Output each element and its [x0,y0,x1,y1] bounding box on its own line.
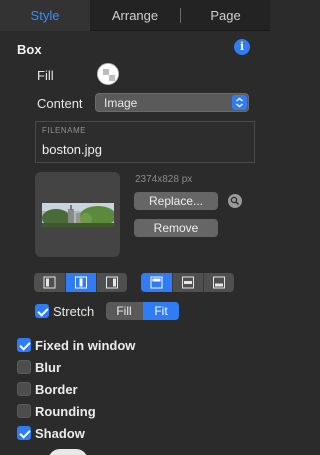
border-checkbox[interactable] [17,382,31,396]
tab-page[interactable]: Page [181,0,270,31]
content-select[interactable]: Image [95,93,249,112]
rounding-label: Rounding [35,404,96,419]
align-top-button[interactable] [141,273,172,292]
rounding-checkbox[interactable] [17,404,31,418]
image-dimensions: 2374x828 px [135,174,193,185]
fit-option-button[interactable]: Fit [143,302,179,320]
info-icon[interactable]: i [234,39,250,55]
align-center-icon [75,276,87,289]
checkerboard-icon [98,64,118,84]
tab-style[interactable]: Style [0,0,90,31]
blur-checkbox[interactable] [17,360,31,374]
align-middle-icon [182,276,194,289]
color-well-partial[interactable] [48,449,88,455]
fixed-in-window-label: Fixed in window [35,338,136,353]
chevron-updown-icon [232,95,247,110]
align-right-icon [106,276,118,289]
filename-field[interactable]: FILENAME boston.jpg [35,121,255,163]
border-label: Border [35,382,78,397]
align-middle-button[interactable] [173,273,203,292]
fill-color-well[interactable] [97,63,119,85]
shadow-checkbox[interactable] [17,426,31,440]
blur-label: Blur [35,360,61,375]
fill-label: Fill [37,68,54,83]
content-select-value: Image [104,96,138,110]
align-center-button[interactable] [66,273,96,292]
vertical-align-control [141,273,234,292]
remove-button[interactable]: Remove [134,219,218,237]
shadow-label: Shadow [35,426,85,441]
content-label: Content [37,96,83,111]
image-preview-well[interactable] [35,172,120,257]
stretch-checkbox[interactable] [35,304,49,318]
fill-fit-control: Fill Fit [106,302,179,320]
align-bottom-icon [213,276,225,289]
horizontal-align-control [34,273,127,292]
replace-button[interactable]: Replace... [134,192,218,210]
align-left-icon [43,276,56,289]
fill-option-button[interactable]: Fill [106,302,142,320]
align-right-button[interactable] [97,273,127,292]
filename-caption: FILENAME [42,126,87,135]
tab-bar: Style Arrange Page [0,0,270,31]
align-bottom-button[interactable] [204,273,234,292]
search-icon[interactable] [228,194,242,208]
filename-value: boston.jpg [42,142,102,157]
fixed-in-window-checkbox[interactable] [17,338,31,352]
section-title-box: Box [17,42,42,57]
align-left-button[interactable] [34,273,65,292]
image-thumbnail [42,203,114,227]
align-top-icon [150,276,163,289]
stretch-label: Stretch [53,304,95,319]
tab-arrange[interactable]: Arrange [90,0,180,31]
